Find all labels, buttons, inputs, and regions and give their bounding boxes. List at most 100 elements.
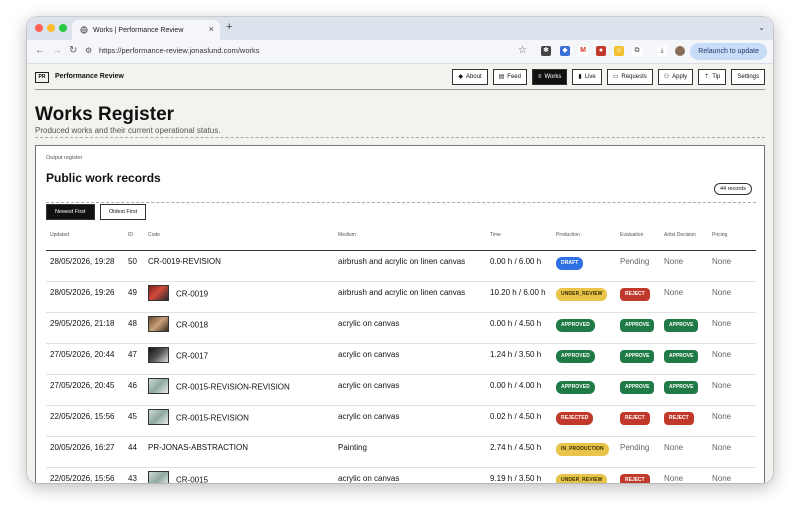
artwork-thumbnail[interactable] bbox=[148, 315, 169, 332]
extension-icon[interactable]: ✱ bbox=[541, 46, 551, 56]
tab-menu-chevron-icon[interactable]: ⌄ bbox=[758, 23, 765, 32]
updated-text: 28/05/2026, 19:28 bbox=[50, 256, 115, 266]
status-text: None bbox=[712, 473, 732, 483]
code-cell: CR-0015 bbox=[144, 467, 334, 483]
code-text: CR-0018 bbox=[176, 320, 209, 330]
decision-cell: None bbox=[660, 250, 708, 282]
artwork-thumbnail[interactable] bbox=[148, 284, 169, 301]
register-eyebrow: Output register bbox=[46, 155, 83, 161]
nav-works-button[interactable]: ≡ Works bbox=[531, 69, 568, 85]
updated-text: 29/05/2026, 21:18 bbox=[50, 318, 115, 328]
nav-feed-button[interactable]: ▤ Feed bbox=[492, 69, 527, 85]
id-text: 48 bbox=[128, 318, 137, 328]
nav-label: Feed bbox=[507, 74, 521, 80]
forward-icon[interactable]: → bbox=[52, 45, 62, 57]
table-row[interactable]: 27/05/2026, 20:44 47 CR-0017 acrylic on can… bbox=[46, 343, 756, 375]
evaluation-cell: APPROVE bbox=[616, 343, 660, 375]
bookmark-star-icon[interactable]: ☆ bbox=[518, 45, 527, 57]
production-cell: APPROVED bbox=[552, 312, 616, 344]
back-icon[interactable]: ← bbox=[35, 45, 45, 57]
close-window-button[interactable] bbox=[35, 24, 43, 32]
user-plus-icon: ⚇ bbox=[663, 74, 670, 80]
column-header: Artist Decision bbox=[660, 226, 708, 251]
pricing-cell: None bbox=[708, 436, 756, 468]
reload-icon[interactable]: ↻ bbox=[69, 45, 77, 57]
medium-cell: airbrush and acrylic on linen canvas bbox=[334, 281, 486, 313]
nav-tip-button[interactable]: ⇡ Tip bbox=[698, 69, 727, 85]
tab-bar: Works | Performance Review × + ⌄ bbox=[27, 17, 773, 40]
time-text: 2.74 h / 4.50 h bbox=[490, 442, 542, 452]
table-row[interactable]: 28/05/2026, 19:26 49 CR-0019 airbrush and a… bbox=[46, 281, 756, 313]
table-row[interactable]: 28/05/2026, 19:28 50 CR-0019-REVISION airbr… bbox=[46, 250, 756, 282]
pricing-cell: None bbox=[708, 374, 756, 406]
table-row[interactable]: 22/05/2026, 15:56 43 CR-0015 acrylic on can… bbox=[46, 467, 756, 483]
column-header: Updated bbox=[46, 226, 124, 251]
nav-label: Apply bbox=[672, 74, 688, 80]
time-text: 0.02 h / 4.50 h bbox=[490, 411, 542, 421]
minimize-window-button[interactable] bbox=[47, 24, 55, 32]
status-badge: REJECT bbox=[620, 473, 650, 483]
medium-text: acrylic on canvas bbox=[338, 380, 400, 390]
id-text: 44 bbox=[128, 442, 137, 452]
list-icon: ≡ bbox=[537, 74, 542, 80]
extension-icon[interactable]: ◆ bbox=[560, 46, 570, 56]
updated-cell: 20/05/2026, 16:27 bbox=[46, 436, 124, 468]
nav-settings-button[interactable]: Settings bbox=[731, 69, 765, 85]
status-badge: APPROVED bbox=[556, 318, 595, 332]
new-tab-icon[interactable]: + bbox=[226, 21, 232, 33]
status-badge: DRAFT bbox=[556, 256, 584, 270]
artwork-thumbnail[interactable] bbox=[148, 408, 169, 425]
production-cell: IN_PRODUCTION bbox=[552, 436, 616, 468]
id-text: 47 bbox=[128, 349, 137, 359]
sort-oldest-button[interactable]: Oldest First bbox=[100, 204, 147, 220]
medium-text: acrylic on canvas bbox=[338, 473, 400, 483]
sort-newest-button[interactable]: Newest First bbox=[46, 204, 95, 220]
id-cell: 46 bbox=[124, 374, 144, 406]
status-text: None bbox=[664, 287, 684, 297]
puzzle-icon[interactable]: ⧉ bbox=[632, 46, 642, 56]
download-icon[interactable]: ⤓ bbox=[657, 46, 667, 56]
evaluation-cell: REJECT bbox=[616, 405, 660, 437]
status-badge: APPROVE bbox=[620, 318, 655, 332]
nav-about-button[interactable]: ◆ About bbox=[452, 69, 488, 85]
updated-text: 27/05/2026, 20:44 bbox=[50, 349, 115, 359]
status-text: None bbox=[712, 287, 732, 297]
time-cell: 1.24 h / 3.50 h bbox=[486, 343, 552, 375]
table-row[interactable]: 20/05/2026, 16:27 44 PR-JONAS-ABSTRACTION P… bbox=[46, 436, 756, 468]
production-cell: UNDER_REVIEW bbox=[552, 281, 616, 313]
updated-text: 28/05/2026, 19:26 bbox=[50, 287, 115, 297]
url-field[interactable]: https://performance-review.jonaslund.com… bbox=[99, 45, 260, 57]
emoji-extension-icon[interactable]: ☺ bbox=[614, 46, 624, 56]
extension-icon[interactable]: ● bbox=[596, 46, 606, 56]
status-text: None bbox=[664, 442, 684, 452]
maximize-window-button[interactable] bbox=[59, 24, 67, 32]
browser-tab[interactable]: Works | Performance Review × bbox=[72, 20, 220, 40]
evaluation-cell: REJECT bbox=[616, 467, 660, 483]
status-badge: REJECT bbox=[620, 287, 650, 301]
updated-cell: 29/05/2026, 21:18 bbox=[46, 312, 124, 344]
nav-requests-button[interactable]: ▭ Requests bbox=[606, 69, 653, 85]
table-row[interactable]: 27/05/2026, 20:45 46 CR-0015-REVISION-REVI… bbox=[46, 374, 756, 406]
artwork-thumbnail[interactable] bbox=[148, 346, 169, 363]
id-cell: 45 bbox=[124, 405, 144, 437]
site-settings-icon[interactable]: ⚙ bbox=[85, 45, 92, 57]
brand-logo[interactable]: PR bbox=[35, 72, 49, 83]
relaunch-button[interactable]: Relaunch to update bbox=[690, 43, 767, 60]
time-cell: 9.19 h / 3.50 h bbox=[486, 467, 552, 483]
table-row[interactable]: 29/05/2026, 21:18 48 CR-0018 acrylic on can… bbox=[46, 312, 756, 344]
id-cell: 44 bbox=[124, 436, 144, 468]
evaluation-cell: APPROVE bbox=[616, 312, 660, 344]
close-tab-icon[interactable]: × bbox=[209, 25, 214, 34]
nav-apply-button[interactable]: ⚇ Apply bbox=[657, 69, 694, 85]
status-badge: IN_PRODUCTION bbox=[556, 442, 609, 456]
artwork-thumbnail[interactable] bbox=[148, 470, 169, 483]
avatar[interactable] bbox=[675, 46, 685, 56]
artwork-thumbnail[interactable] bbox=[148, 377, 169, 394]
table-row[interactable]: 22/05/2026, 15:56 45 CR-0015-REVISION acryl… bbox=[46, 405, 756, 437]
brand-name[interactable]: Performance Review bbox=[55, 73, 124, 80]
id-text: 43 bbox=[128, 473, 137, 483]
code-cell: CR-0017 bbox=[144, 343, 334, 375]
gmail-icon[interactable]: M bbox=[578, 46, 588, 56]
nav-live-button[interactable]: ▮ Live bbox=[572, 69, 602, 85]
status-badge: APPROVED bbox=[556, 380, 595, 394]
